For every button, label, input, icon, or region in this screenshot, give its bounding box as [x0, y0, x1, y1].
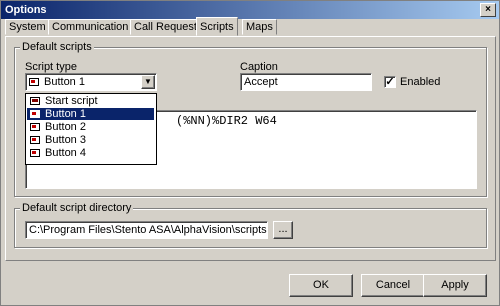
tab-communication[interactable]: Communication — [48, 19, 133, 35]
script-text: (%NN)%DIR2 W64 — [176, 114, 277, 128]
cancel-button[interactable]: Cancel — [361, 274, 425, 297]
button-script-icon — [30, 149, 40, 158]
script-directory-input[interactable]: C:\Program Files\Stento ASA\AlphaVision\… — [25, 221, 268, 239]
script-type-select[interactable]: Button 1 ▼ — [25, 73, 157, 91]
dropdown-item-start-script[interactable]: Start script — [27, 95, 154, 107]
tab-scripts[interactable]: Scripts — [196, 17, 238, 36]
caption-value: Accept — [244, 76, 278, 88]
default-scripts-title: Default scripts — [20, 41, 94, 53]
caption-input[interactable]: Accept — [240, 73, 372, 91]
script-directory-value: C:\Program Files\Stento ASA\AlphaVision\… — [29, 224, 267, 236]
title-bar: Options × — [1, 1, 499, 19]
close-icon[interactable]: × — [480, 3, 496, 17]
options-window: Options × System Communication Call Requ… — [0, 0, 500, 306]
apply-button[interactable]: Apply — [423, 274, 487, 297]
scripts-panel: Default scripts Script type Button 1 ▼ C… — [5, 36, 496, 261]
caption-label: Caption — [240, 61, 278, 73]
ok-button[interactable]: OK — [289, 274, 353, 297]
browse-button[interactable]: ... — [273, 221, 293, 239]
dropdown-item-button-2[interactable]: Button 2 — [27, 121, 154, 133]
chevron-down-icon[interactable]: ▼ — [141, 75, 155, 89]
dropdown-item-button-1[interactable]: Button 1 — [27, 108, 154, 120]
window-title: Options — [5, 4, 47, 16]
script-type-label: Script type — [25, 61, 77, 73]
default-script-directory-title: Default script directory — [20, 202, 134, 214]
button-script-icon — [30, 136, 40, 145]
button-script-icon — [30, 123, 40, 132]
enabled-checkbox[interactable]: ✓ — [384, 76, 396, 88]
default-script-directory-group: Default script directory C:\Program File… — [14, 202, 487, 248]
default-scripts-group: Default scripts Script type Button 1 ▼ C… — [14, 41, 487, 197]
dropdown-item-button-3[interactable]: Button 3 — [27, 134, 154, 146]
button-script-icon — [30, 110, 40, 119]
enabled-label: Enabled — [400, 76, 441, 88]
button-script-icon — [29, 78, 39, 87]
tab-system[interactable]: System — [5, 19, 50, 35]
script-type-value: Button 1 — [44, 76, 85, 88]
start-script-icon — [30, 97, 40, 106]
script-type-dropdown: Start script Button 1 Button 2 Button 3 … — [25, 93, 157, 165]
tab-maps[interactable]: Maps — [242, 19, 277, 35]
tab-call-request[interactable]: Call Request — [130, 19, 201, 35]
dropdown-item-button-4[interactable]: Button 4 — [27, 147, 154, 159]
